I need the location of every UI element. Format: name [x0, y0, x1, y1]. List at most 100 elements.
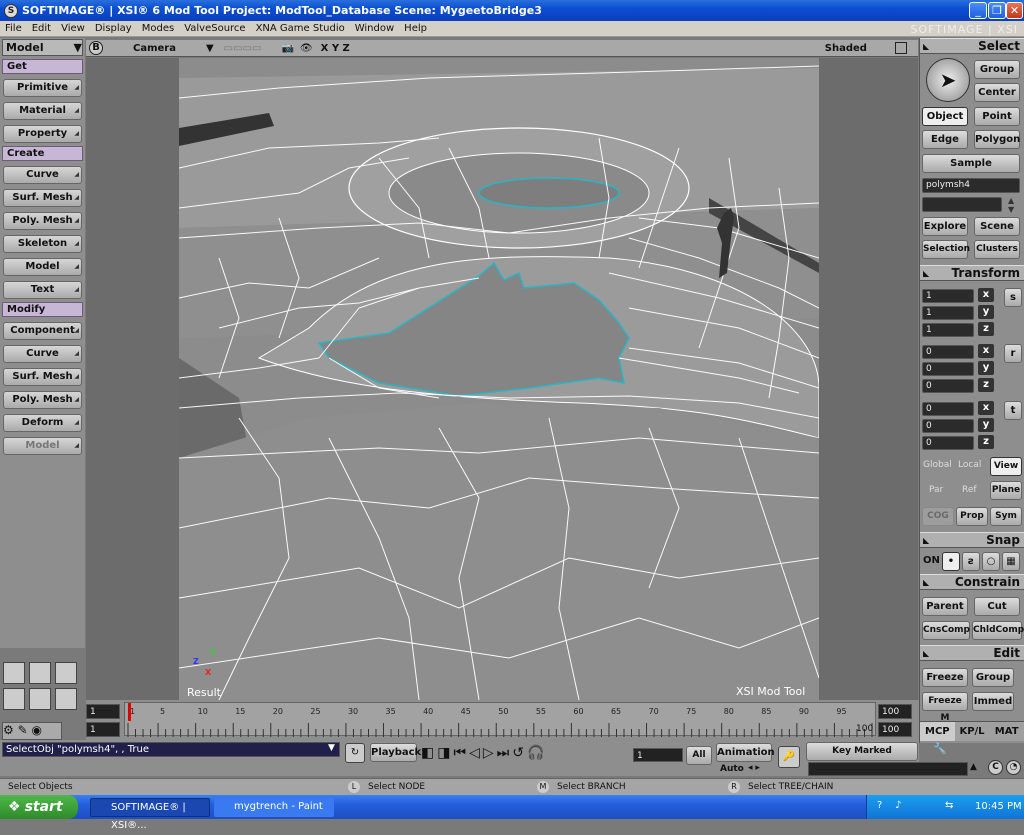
audio-icon[interactable]: 🎧	[527, 745, 544, 765]
key-marked-parameters-button[interactable]: Key Marked Parameters	[806, 742, 918, 773]
animation-button[interactable]: Animation	[716, 743, 775, 762]
cog-button[interactable]: COG	[922, 507, 954, 526]
ref-toggle[interactable]: Ref	[962, 485, 977, 495]
keyable-parameter-field[interactable]	[808, 762, 968, 776]
clock-icon[interactable]: ◔	[1006, 760, 1021, 775]
timeline-start-field[interactable]: 1	[86, 704, 120, 719]
polygon-button[interactable]: Polygon	[974, 130, 1020, 149]
translate-y-field[interactable]: 0	[922, 419, 974, 433]
plane-toggle[interactable]: Plane	[990, 481, 1022, 500]
playhead[interactable]	[128, 703, 131, 721]
translate-x-field[interactable]: 0	[922, 402, 974, 416]
cut-button[interactable]: Cut	[974, 597, 1020, 616]
task-softimage[interactable]: SOFTIMAGE® | XSI®...	[90, 798, 210, 831]
selected-object-field[interactable]: polymsh4	[922, 178, 1020, 193]
translate-y-label[interactable]: y	[978, 418, 994, 432]
menu-window[interactable]: Window	[350, 23, 399, 34]
prev-frame-icon[interactable]: ◁	[469, 745, 480, 765]
playback-button[interactable]: Playback	[370, 743, 421, 762]
local-toggle[interactable]: Local	[958, 460, 981, 470]
start-button[interactable]: ❖ start	[0, 795, 78, 819]
menu-help[interactable]: Help	[399, 23, 432, 34]
frame-field[interactable]: 1	[633, 748, 683, 762]
layout-4-icon[interactable]	[55, 662, 77, 684]
timeline-end2-field[interactable]: 100	[878, 722, 912, 737]
view-toggle[interactable]: View	[990, 457, 1022, 476]
clusters-button[interactable]: Clusters	[974, 240, 1020, 259]
current-frame-field[interactable]: 1	[86, 722, 120, 737]
scale-x-field[interactable]: 1	[922, 289, 974, 303]
global-toggle[interactable]: Global	[923, 460, 952, 470]
rotate-button[interactable]: r	[1004, 344, 1022, 363]
task-paint[interactable]: mygtrench - Paint	[214, 798, 334, 817]
sample-button[interactable]: Sample	[922, 154, 1020, 173]
scene-render[interactable]: Result XSI Mod Tool Y Z X	[178, 58, 820, 700]
play-icon[interactable]: ▷	[483, 745, 494, 765]
section-get[interactable]: Get	[2, 59, 83, 74]
next-key-icon[interactable]: ◨	[437, 745, 450, 765]
menu-xna[interactable]: XNA Game Studio	[251, 23, 350, 34]
edge-button[interactable]: Edge	[922, 130, 968, 149]
translate-z-label[interactable]: z	[978, 435, 994, 449]
get-material-button[interactable]: Material	[3, 102, 82, 120]
rotate-x-label[interactable]: x	[978, 344, 994, 358]
chevron-up-icon[interactable]: ▲	[970, 762, 977, 772]
mode-selector[interactable]: Model ▼	[2, 39, 83, 56]
auto-arrows-icon[interactable]: ◂ ▸	[748, 763, 760, 773]
menu-view[interactable]: View	[56, 23, 90, 34]
chevron-down-icon[interactable]: ▼	[328, 743, 335, 753]
menu-valvesource[interactable]: ValveSource	[179, 23, 250, 34]
network-icon[interactable]: ⇆	[945, 800, 953, 811]
freeze-button[interactable]: Freeze	[922, 668, 968, 687]
tab-mat[interactable]: MAT	[989, 722, 1024, 741]
modify-poly-mesh-button[interactable]: Poly. Mesh	[3, 391, 82, 409]
object-button[interactable]: Object	[922, 107, 968, 126]
modify-surf-mesh-button[interactable]: Surf. Mesh	[3, 368, 82, 386]
viewport-letter[interactable]: B	[89, 41, 103, 55]
translate-button[interactable]: t	[1004, 401, 1022, 420]
transform-header[interactable]: Transform	[920, 265, 1024, 281]
prev-key-icon[interactable]: ◧	[421, 745, 434, 765]
timeline-track[interactable]: 1 5 10 15 20 25 30 35 40 45 50 55 60 65 70 75 80 85 90 95	[124, 702, 876, 737]
section-create[interactable]: Create	[2, 146, 83, 161]
create-model-button[interactable]: Model	[3, 258, 82, 276]
last-frame-icon[interactable]: ⏭	[497, 745, 510, 765]
create-surf-mesh-button[interactable]: Surf. Mesh	[3, 189, 82, 207]
rotate-z-label[interactable]: z	[978, 378, 994, 392]
layout-1-icon[interactable]	[3, 662, 25, 684]
display-slots[interactable]: ▭▭▭▭	[224, 43, 262, 54]
group-button[interactable]: Group	[974, 60, 1020, 79]
menu-file[interactable]: File	[0, 23, 27, 34]
display-mode[interactable]: Shaded	[825, 43, 867, 54]
create-curve-button[interactable]: Curve	[3, 166, 82, 184]
snap-header[interactable]: Snap	[920, 532, 1024, 548]
layout-6-icon[interactable]	[29, 688, 51, 710]
center-button[interactable]: Center	[974, 83, 1020, 102]
scale-button[interactable]: s	[1004, 288, 1022, 307]
tab-kpl[interactable]: KP/L	[955, 722, 990, 741]
stepper-icon[interactable]: ▲ ▼	[1008, 196, 1014, 214]
get-primitive-button[interactable]: Primitive	[3, 79, 82, 97]
rotate-x-field[interactable]: 0	[922, 345, 974, 359]
translate-z-field[interactable]: 0	[922, 436, 974, 450]
par-toggle[interactable]: Par	[929, 485, 943, 495]
camera-selector[interactable]: Camera	[133, 43, 176, 54]
snap-surface-icon[interactable]: ○	[982, 552, 1000, 571]
key-property-icon[interactable]: 🔧	[933, 742, 953, 758]
command-input[interactable]: SelectObj "polymsh4", , True	[2, 742, 340, 757]
help-icon[interactable]: ?	[877, 800, 882, 811]
layout-2-icon[interactable]	[29, 662, 51, 684]
maximize-viewport-icon[interactable]	[894, 42, 907, 54]
edit-header[interactable]: Edit	[920, 645, 1024, 661]
axes-label[interactable]: X Y Z	[321, 43, 350, 54]
modify-model-button[interactable]: Model	[3, 437, 82, 455]
layout-7-icon[interactable]	[55, 688, 77, 710]
selection-button[interactable]: Selection	[922, 240, 970, 259]
snap-grid-icon[interactable]: ▦	[1002, 552, 1020, 571]
camera-icon[interactable]: 📷	[281, 43, 293, 54]
selection-filter-field[interactable]	[922, 197, 1002, 212]
timeline-end-field[interactable]: 100	[878, 704, 912, 719]
snap-on-toggle[interactable]: ON	[923, 555, 940, 566]
parent-button[interactable]: Parent	[922, 597, 968, 616]
chevron-down-icon[interactable]: ▼	[206, 43, 214, 54]
